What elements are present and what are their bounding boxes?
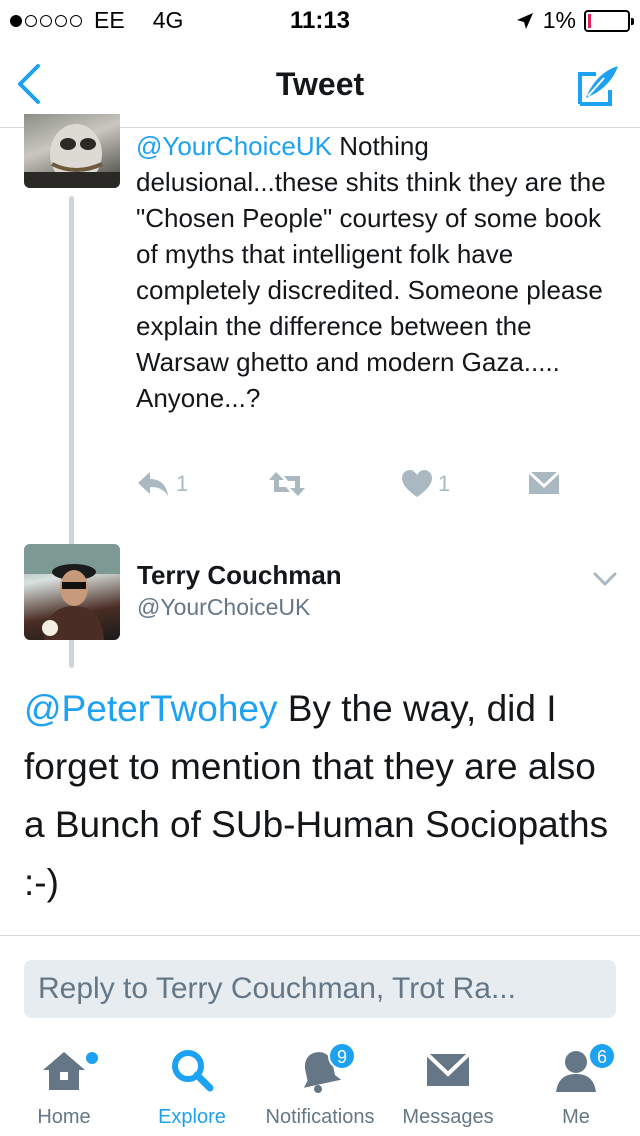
chevron-down-icon xyxy=(593,572,617,586)
reply-button[interactable]: 1 xyxy=(136,470,188,498)
location-arrow-icon xyxy=(516,12,533,29)
reply-icon xyxy=(138,472,168,496)
parent-tweet-body: Nothing delusional...these shits think t… xyxy=(136,131,606,413)
tab-label: Messages xyxy=(402,1106,494,1128)
reply-input[interactable] xyxy=(24,960,616,1018)
person-photo-icon xyxy=(24,544,120,640)
tab-label: Explore xyxy=(158,1106,226,1128)
retweet-button[interactable] xyxy=(268,470,306,498)
status-bar: EE 4G 11:13 1% xyxy=(0,0,640,40)
search-icon xyxy=(172,1050,214,1092)
tab-label: Home xyxy=(37,1106,91,1128)
like-count: 1 xyxy=(438,471,451,496)
direct-message-button[interactable] xyxy=(528,470,560,496)
battery-icon xyxy=(584,9,634,32)
retweet-icon xyxy=(269,472,305,496)
parent-tweet-text: @YourChoiceUK Nothing delusional...these… xyxy=(136,128,626,416)
me-badge: 6 xyxy=(588,1042,616,1070)
tab-label: Me xyxy=(562,1106,590,1128)
main-tweet[interactable]: Terry Couchman @YourChoiceUK @PeterTwohe… xyxy=(0,540,640,936)
tab-explore[interactable]: Explore xyxy=(128,1030,256,1136)
reply-count: 1 xyxy=(176,471,189,496)
status-right: 1% xyxy=(515,7,634,34)
mention-link[interactable]: @YourChoiceUK xyxy=(136,131,332,161)
home-new-indicator xyxy=(86,1052,98,1064)
page-title: Tweet xyxy=(275,66,365,102)
tweet-options-button[interactable] xyxy=(592,570,618,588)
author-handle[interactable]: @YourChoiceUK xyxy=(137,594,310,621)
parent-tweet[interactable]: @YourChoiceUK Nothing delusional...these… xyxy=(0,114,640,668)
tweet-actions: 1 1 xyxy=(136,470,616,504)
like-button[interactable]: 1 xyxy=(402,470,450,498)
tab-label: Notifications xyxy=(265,1106,375,1128)
tab-bar: Home Explore 9 Notifications Messages 6 … xyxy=(0,1030,640,1136)
tab-me[interactable]: 6 Me xyxy=(512,1030,640,1136)
dog-photo-icon xyxy=(24,124,120,188)
avatar[interactable] xyxy=(24,544,120,640)
tab-notifications[interactable]: 9 Notifications xyxy=(256,1030,384,1136)
notifications-badge: 9 xyxy=(328,1042,356,1070)
tab-home[interactable]: Home xyxy=(0,1030,128,1136)
author-name[interactable]: Terry Couchman xyxy=(137,560,342,591)
home-icon xyxy=(43,1052,85,1090)
compose-quill-icon xyxy=(578,66,618,106)
heart-icon xyxy=(402,470,432,497)
envelope-icon xyxy=(528,470,560,494)
battery-percent: 1% xyxy=(542,7,576,33)
tab-messages[interactable]: Messages xyxy=(384,1030,512,1136)
envelope-icon xyxy=(426,1052,470,1086)
main-tweet-text: @PeterTwohey By the way, did I forget to… xyxy=(24,680,624,912)
mention-link[interactable]: @PeterTwohey xyxy=(24,688,278,729)
compose-button[interactable] xyxy=(574,62,622,110)
avatar[interactable] xyxy=(24,114,120,188)
